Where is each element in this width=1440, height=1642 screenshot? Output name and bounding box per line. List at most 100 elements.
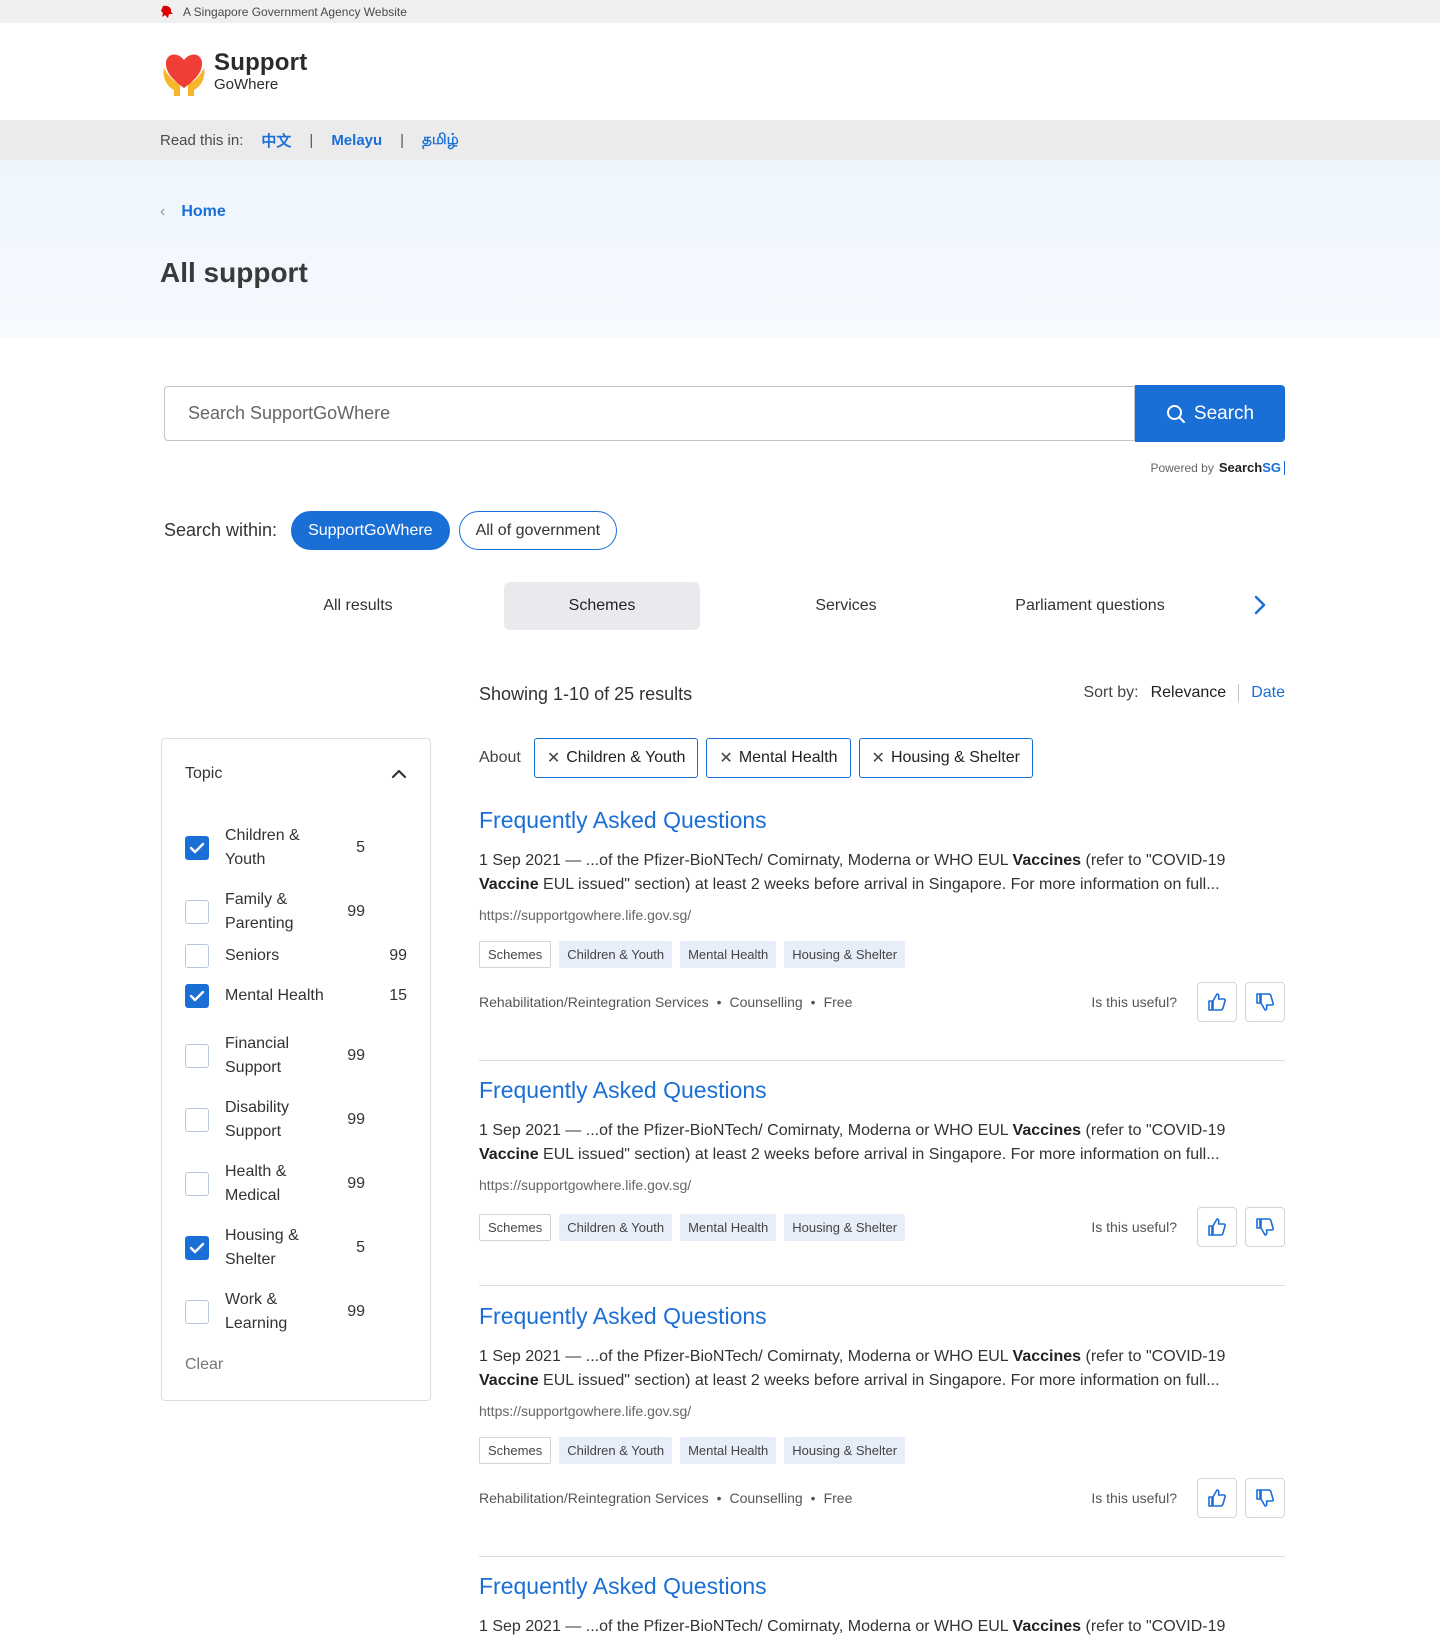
topic-filter-count: 5 xyxy=(356,1239,365,1256)
thumbs-up-icon xyxy=(1208,1489,1226,1507)
result-tag: Schemes xyxy=(479,941,552,968)
snippet-text: EUL issued" section) at least 2 weeks be… xyxy=(538,1146,1220,1163)
filter-chip-label: Mental Health xyxy=(738,749,838,766)
topic-filter-header[interactable]: Topic xyxy=(185,739,407,809)
feedback: Is this useful? xyxy=(1091,1478,1285,1518)
snippet-highlight: Vaccines xyxy=(1012,1122,1082,1139)
thumbs-down-button[interactable] xyxy=(1245,982,1285,1022)
topic-filter-option[interactable]: Family & Parenting 99 xyxy=(185,888,407,936)
result-meta: Rehabilitation/Reintegration Services • Co… xyxy=(479,994,852,1010)
result-card: Frequently Asked Questions 1 Sep 2021 — … xyxy=(479,807,1285,1022)
close-icon[interactable]: ✕ xyxy=(719,748,732,768)
snippet-text: (refer to "COVID-19 xyxy=(1081,1618,1226,1635)
result-card: Frequently Asked Questions 1 Sep 2021 — … xyxy=(479,1573,1285,1639)
topic-filter-option[interactable]: Disability Support 99 xyxy=(185,1096,407,1144)
thumbs-down-button[interactable] xyxy=(1245,1478,1285,1518)
snippet-highlight: Vaccines xyxy=(1012,1618,1082,1635)
within-all-government-pill[interactable]: All of government xyxy=(458,511,618,550)
sort-relevance[interactable]: Relevance xyxy=(1151,684,1240,702)
sort-date[interactable]: Date xyxy=(1251,684,1285,702)
topic-filter-option[interactable]: Housing & Shelter 5 xyxy=(185,1224,407,1272)
feedback-label: Is this useful? xyxy=(1091,1219,1177,1235)
topic-filter-count: 99 xyxy=(347,1111,365,1128)
lang-separator: | xyxy=(309,131,314,149)
topic-filter-option[interactable]: Work & Learning 99 xyxy=(185,1288,407,1336)
result-card: Frequently Asked Questions 1 Sep 2021 — … xyxy=(479,1077,1285,1247)
site-logo[interactable]: Support GoWhere xyxy=(160,48,307,96)
chevron-up-icon[interactable] xyxy=(391,769,407,779)
searchsg-sg: SG xyxy=(1262,460,1281,475)
result-title-link[interactable]: Frequently Asked Questions xyxy=(479,1077,1285,1104)
tab-parliament-questions[interactable]: Parliament questions xyxy=(992,582,1188,630)
result-footer: Schemes Children & Youth Mental Health H… xyxy=(479,1207,1285,1247)
topic-filter-label: Health & Medical xyxy=(225,1163,287,1204)
active-filters: About ✕ Children & Youth ✕ Mental Health ✕… xyxy=(479,738,1041,778)
feedback-label: Is this useful? xyxy=(1091,994,1177,1010)
thumbs-down-button[interactable] xyxy=(1245,1207,1285,1247)
topic-checkbox[interactable] xyxy=(185,1300,209,1324)
tab-all-results[interactable]: All results xyxy=(260,582,456,630)
search-within: Search within: SupportGoWhere All of gov… xyxy=(164,511,626,550)
topic-checkbox[interactable] xyxy=(185,984,209,1008)
breadcrumb-home-link[interactable]: Home xyxy=(181,203,225,221)
search-button-label: Search xyxy=(1193,402,1255,424)
meta-dot: • xyxy=(810,1490,816,1506)
filter-chip[interactable]: ✕ Housing & Shelter xyxy=(858,738,1033,778)
result-snippet: 1 Sep 2021 — ...of the Pfizer-BioNTech/ … xyxy=(479,1615,1285,1639)
topic-filter-option[interactable]: Children & Youth 5 xyxy=(185,824,407,872)
result-url: https://supportgowhere.life.gov.sg/ xyxy=(479,907,692,923)
snippet-text: (refer to "COVID-19 xyxy=(1081,1348,1226,1365)
clear-filters-link[interactable]: Clear xyxy=(185,1356,223,1374)
topic-filter-panel: Topic Children & Youth 5 Family & Parentin… xyxy=(161,738,431,1401)
tab-services[interactable]: Services xyxy=(748,582,944,630)
result-tag: Children & Youth xyxy=(559,1437,673,1464)
topic-filter-option[interactable]: Health & Medical 99 xyxy=(185,1160,407,1208)
topic-checkbox[interactable] xyxy=(185,900,209,924)
chevron-right-icon[interactable] xyxy=(1253,594,1267,616)
feedback-label: Is this useful? xyxy=(1091,1490,1177,1506)
topic-filter-option[interactable]: Seniors 99 xyxy=(185,944,407,968)
topic-checkbox[interactable] xyxy=(185,1108,209,1132)
result-snippet: 1 Sep 2021 — ...of the Pfizer-BioNTech/ … xyxy=(479,1119,1285,1167)
topic-checkbox[interactable] xyxy=(185,1172,209,1196)
result-tags: Schemes Children & Youth Mental Health H… xyxy=(479,941,1285,968)
lang-malay-link[interactable]: Melayu xyxy=(331,132,382,149)
meta-item: Rehabilitation/Reintegration Services xyxy=(479,1490,709,1506)
search-input[interactable] xyxy=(164,386,1135,441)
thumbs-up-button[interactable] xyxy=(1197,982,1237,1022)
topic-filter-count: 99 xyxy=(389,947,407,964)
result-url: https://supportgowhere.life.gov.sg/ xyxy=(479,1403,692,1419)
check-icon xyxy=(189,1242,205,1254)
language-label: Read this in: xyxy=(160,131,244,149)
filter-chip[interactable]: ✕ Mental Health xyxy=(706,738,851,778)
lang-tamil-link[interactable]: தமிழ் xyxy=(422,131,459,150)
search-icon xyxy=(1166,404,1185,423)
thumbs-up-button[interactable] xyxy=(1197,1478,1237,1518)
search-button[interactable]: Search xyxy=(1135,385,1285,442)
topic-filter-label: Seniors xyxy=(225,947,280,964)
topic-checkbox[interactable] xyxy=(185,944,209,968)
lang-chinese-link[interactable]: 中文 xyxy=(261,130,291,151)
close-icon[interactable]: ✕ xyxy=(547,748,560,768)
result-tag: Schemes xyxy=(479,1213,552,1241)
tab-schemes[interactable]: Schemes xyxy=(504,582,700,630)
result-title-link[interactable]: Frequently Asked Questions xyxy=(479,807,1285,834)
topic-filter-option[interactable]: Financial Support 99 xyxy=(185,1032,407,1080)
thumbs-up-button[interactable] xyxy=(1197,1207,1237,1247)
topic-filter-option[interactable]: Mental Health 15 xyxy=(185,984,407,1008)
filter-chip-label: Housing & Shelter xyxy=(890,749,1020,766)
thumbs-up-icon xyxy=(1208,1218,1226,1236)
searchsg-bar xyxy=(1284,460,1285,475)
feedback: Is this useful? xyxy=(1091,1207,1285,1247)
filter-chip[interactable]: ✕ Children & Youth xyxy=(533,738,699,778)
result-snippet: 1 Sep 2021 — ...of the Pfizer-BioNTech/ … xyxy=(479,849,1285,897)
sort-label: Sort by: xyxy=(1083,684,1139,701)
snippet-highlight: Vaccine xyxy=(479,876,539,893)
result-title-link[interactable]: Frequently Asked Questions xyxy=(479,1303,1285,1330)
topic-checkbox[interactable] xyxy=(185,1236,209,1260)
within-supportgowhere-pill[interactable]: SupportGoWhere xyxy=(291,511,450,550)
close-icon[interactable]: ✕ xyxy=(872,748,885,768)
topic-checkbox[interactable] xyxy=(185,1044,209,1068)
result-title-link[interactable]: Frequently Asked Questions xyxy=(479,1573,1285,1600)
topic-checkbox[interactable] xyxy=(185,836,209,860)
